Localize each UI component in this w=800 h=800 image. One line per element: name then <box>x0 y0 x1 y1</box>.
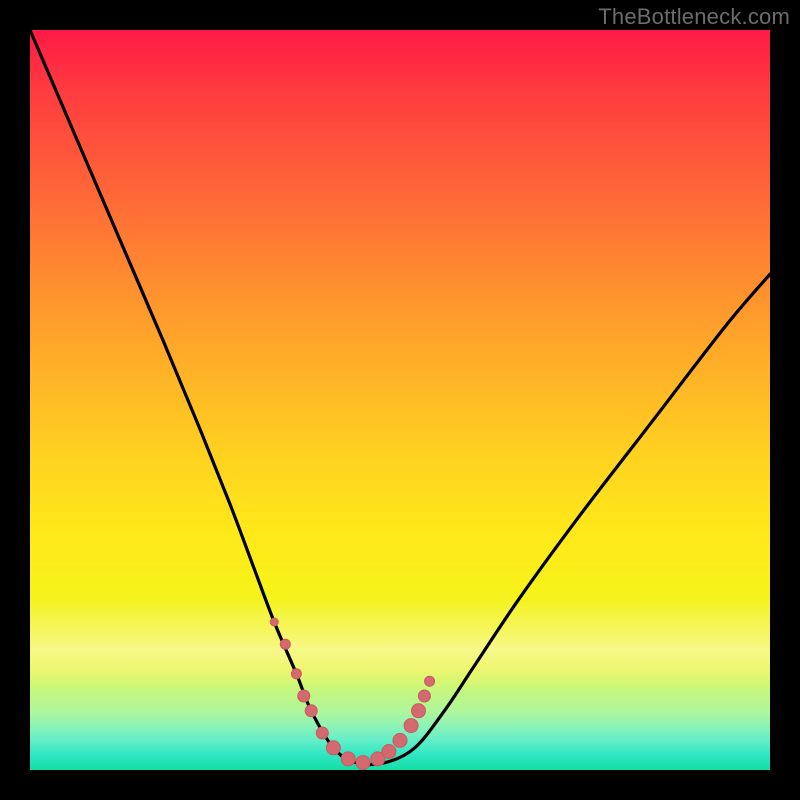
chart-plot-area <box>30 30 770 770</box>
bottleneck-curve-line <box>30 30 770 764</box>
curve-marker <box>305 705 317 717</box>
curve-marker <box>404 719 418 733</box>
curve-marker <box>270 618 278 626</box>
curve-marker <box>291 669 301 679</box>
curve-marker <box>393 733 407 747</box>
watermark-text: TheBottleneck.com <box>598 4 790 30</box>
curve-marker <box>341 752 355 766</box>
curve-marker <box>382 745 396 759</box>
curve-marker <box>298 690 310 702</box>
curve-markers-group <box>270 618 434 770</box>
curve-marker <box>316 727 328 739</box>
curve-marker <box>418 690 430 702</box>
curve-marker <box>356 756 370 770</box>
curve-marker <box>425 676 435 686</box>
chart-svg <box>30 30 770 770</box>
curve-marker <box>326 741 340 755</box>
curve-marker <box>412 704 426 718</box>
curve-marker <box>280 639 290 649</box>
